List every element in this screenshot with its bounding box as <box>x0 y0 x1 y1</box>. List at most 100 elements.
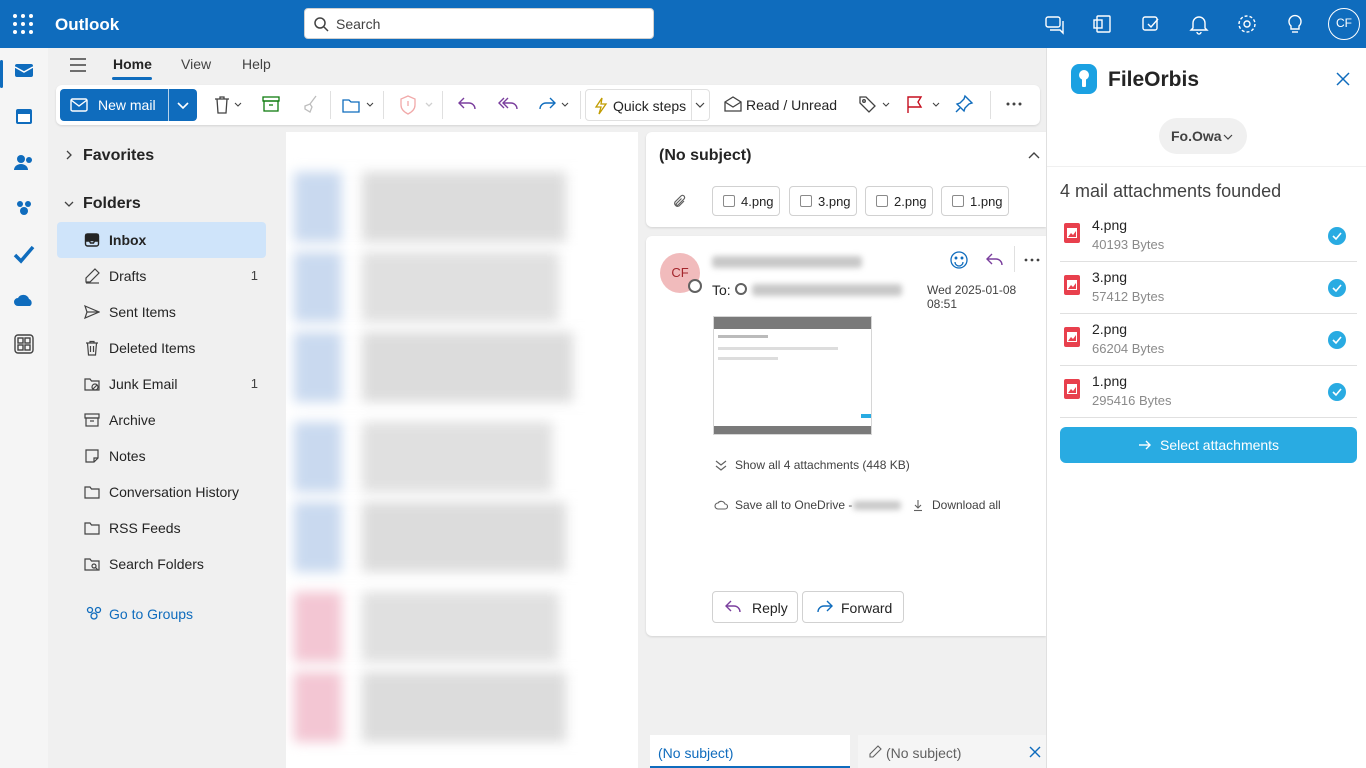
preview-footer <box>714 426 871 434</box>
list-item[interactable] <box>294 422 634 492</box>
search-box[interactable]: Search <box>304 8 654 39</box>
folder-label: Conversation History <box>109 484 239 500</box>
pin-icon[interactable] <box>954 94 974 116</box>
folders-header[interactable]: Folders <box>83 195 141 213</box>
attachment-row[interactable]: 2.png 66204 Bytes <box>1060 314 1357 366</box>
reply-button[interactable]: Reply <box>712 591 798 623</box>
list-item[interactable] <box>294 592 634 662</box>
chevron-right-icon[interactable] <box>63 149 75 161</box>
attachment-chip[interactable]: 3.png <box>789 186 857 216</box>
fileorbis-panel: FileOrbis Fo.Owa 4 mail attachments foun… <box>1046 48 1366 768</box>
list-item[interactable] <box>294 172 634 242</box>
more-options-icon[interactable] <box>1004 94 1024 116</box>
calendar-icon[interactable] <box>12 104 36 128</box>
tab-home[interactable]: Home <box>113 56 152 72</box>
gear-icon[interactable] <box>1235 12 1259 36</box>
reply-icon[interactable] <box>985 251 1005 269</box>
flag-icon[interactable] <box>904 94 944 116</box>
save-to-onedrive-link[interactable]: Save all to OneDrive - <box>735 498 852 512</box>
app-launcher-icon[interactable] <box>12 13 34 35</box>
message-date: Wed 2025-01-08 08:51 <box>927 283 1017 311</box>
image-preview[interactable] <box>713 316 872 435</box>
archive-icon[interactable] <box>261 94 281 116</box>
tab-help[interactable]: Help <box>242 56 271 72</box>
chat-icon[interactable] <box>1043 12 1067 36</box>
hamburger-icon[interactable] <box>68 55 88 75</box>
inbox-icon <box>84 232 100 248</box>
folder-label: Drafts <box>109 268 147 284</box>
check-circle-icon[interactable] <box>1328 331 1346 349</box>
people-icon[interactable] <box>12 150 36 174</box>
search-input[interactable]: Search <box>336 16 380 32</box>
chevron-down-icon[interactable] <box>694 99 706 111</box>
list-item[interactable] <box>294 252 634 322</box>
list-item[interactable] <box>294 332 634 402</box>
check-circle-icon[interactable] <box>1328 279 1346 297</box>
move-to-icon[interactable] <box>341 94 375 116</box>
list-item[interactable] <box>294 672 634 742</box>
attachment-chip[interactable]: 1.png <box>941 186 1009 216</box>
feedback-icon[interactable] <box>1139 12 1163 36</box>
favorites-header[interactable]: Favorites <box>83 147 154 165</box>
mail-icon[interactable] <box>12 58 36 82</box>
folder-sent-items[interactable]: Sent Items <box>57 294 266 330</box>
folder-junk-email[interactable]: Junk Email 1 <box>57 366 266 402</box>
reply-all-icon[interactable] <box>496 94 520 116</box>
forward-icon[interactable] <box>536 94 572 116</box>
draft-tab[interactable]: (No subject) <box>650 735 850 768</box>
forward-button[interactable]: Forward <box>802 591 904 623</box>
folder-rss-feeds[interactable]: RSS Feeds <box>57 510 266 546</box>
office-icon[interactable] <box>1091 12 1115 36</box>
app-title[interactable]: Outlook <box>55 15 119 35</box>
pencil-icon <box>868 745 882 759</box>
attachment-row[interactable]: 3.png 57412 Bytes <box>1060 262 1357 314</box>
attachment-row[interactable]: 1.png 295416 Bytes <box>1060 366 1357 418</box>
read-unread-icon[interactable] <box>723 94 743 116</box>
draft-tab[interactable]: (No subject) <box>858 735 1046 768</box>
folder-search-folders[interactable]: Search Folders <box>57 546 266 582</box>
presence-icon <box>735 283 747 295</box>
tag-icon[interactable] <box>857 94 893 116</box>
check-circle-icon[interactable] <box>1328 383 1346 401</box>
user-avatar[interactable]: CF <box>1328 8 1360 40</box>
account-selector[interactable]: Fo.Owa <box>1159 118 1247 154</box>
check-circle-icon[interactable] <box>1328 227 1346 245</box>
chevron-down-icon[interactable] <box>176 98 190 112</box>
more-options-icon[interactable] <box>1023 252 1041 268</box>
attachment-chip[interactable]: 4.png <box>712 186 780 216</box>
folder-conversation-history[interactable]: Conversation History <box>57 474 266 510</box>
active-tab-indicator <box>112 77 152 80</box>
chevron-down-icon[interactable] <box>63 198 75 210</box>
read-unread-button[interactable]: Read / Unread <box>746 97 837 113</box>
delete-icon[interactable] <box>212 94 244 116</box>
todo-icon[interactable] <box>12 242 36 266</box>
download-all-link[interactable]: Download all <box>932 498 1001 512</box>
lightbulb-icon[interactable] <box>1283 12 1307 36</box>
go-to-groups-link[interactable]: Go to Groups <box>109 606 193 622</box>
list-item[interactable] <box>294 502 634 572</box>
folder-archive[interactable]: Archive <box>57 402 266 438</box>
attachment-chip[interactable]: 2.png <box>865 186 933 216</box>
close-icon[interactable] <box>1336 72 1350 86</box>
more-apps-icon[interactable] <box>12 332 36 356</box>
emoji-icon[interactable] <box>949 250 969 270</box>
close-icon[interactable] <box>1029 746 1041 758</box>
onedrive-icon[interactable] <box>12 288 36 312</box>
tab-view[interactable]: View <box>181 56 211 72</box>
bell-icon[interactable] <box>1187 12 1211 36</box>
open-drafts-bar: (No subject) (No subject) <box>646 735 1046 768</box>
new-mail-button[interactable]: New mail <box>60 89 197 121</box>
reply-icon[interactable] <box>456 94 478 116</box>
message-list[interactable] <box>286 132 638 768</box>
folder-inbox[interactable]: Inbox <box>57 222 266 258</box>
groups-icon[interactable] <box>12 196 36 220</box>
attachment-row[interactable]: 4.png 40193 Bytes <box>1060 210 1357 262</box>
chevron-up-icon[interactable] <box>1027 149 1041 163</box>
folder-notes[interactable]: Notes <box>57 438 266 474</box>
folder-drafts[interactable]: Drafts 1 <box>57 258 266 294</box>
select-attachments-button[interactable]: Select attachments <box>1060 427 1357 463</box>
quick-steps-button[interactable]: Quick steps <box>585 89 710 121</box>
folder-deleted-items[interactable]: Deleted Items <box>57 330 266 366</box>
show-all-attachments-link[interactable]: Show all 4 attachments (448 KB) <box>735 458 910 472</box>
reading-pane: (No subject) 4.png 3.png 2.png 1.png CF … <box>646 132 1046 768</box>
